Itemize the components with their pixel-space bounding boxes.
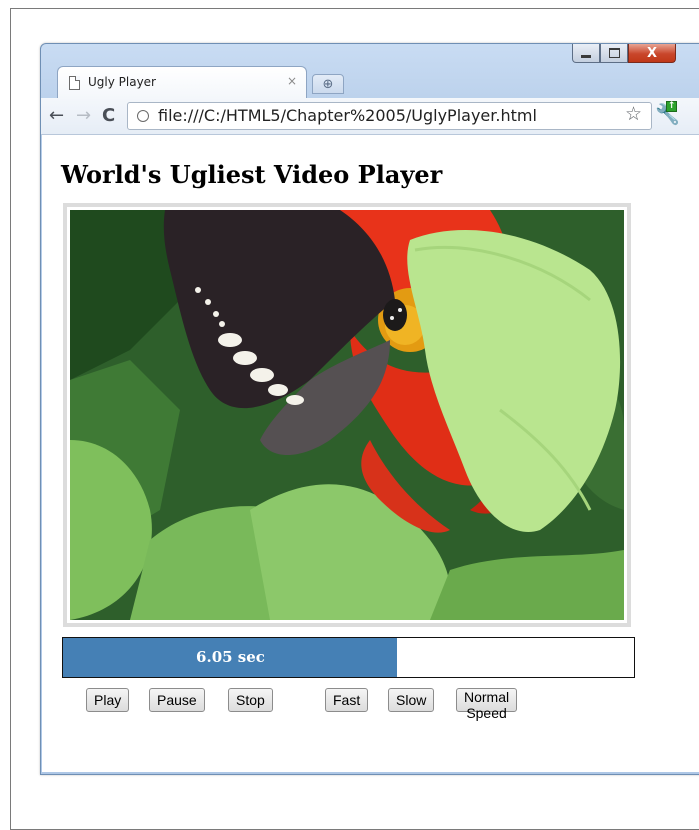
browser-toolbar: ← → C file:///C:/HTML5/Chapter%2005/Ugly…	[41, 98, 699, 135]
video-element[interactable]	[70, 210, 624, 620]
url-text: file:///C:/HTML5/Chapter%2005/UglyPlayer…	[158, 106, 537, 125]
video-frame-image	[70, 210, 624, 620]
minimize-button[interactable]	[572, 44, 600, 63]
page-icon	[69, 76, 80, 90]
update-badge-icon: ↑	[666, 101, 677, 112]
maximize-button[interactable]	[600, 44, 628, 63]
progress-bar[interactable]: 6.05 sec	[62, 637, 635, 678]
tab-close-button[interactable]: ×	[287, 74, 297, 88]
page-viewport: World's Ugliest Video Player 6.05 sec Pl…	[42, 135, 699, 772]
slow-button[interactable]: Slow	[388, 688, 435, 712]
address-bar[interactable]: file:///C:/HTML5/Chapter%2005/UglyPlayer…	[127, 102, 652, 130]
browser-window: X Ugly Player × ⊕ ← → C file:///C:/HTML5…	[40, 43, 699, 775]
progress-time-label: 6.05 sec	[196, 648, 265, 666]
normal-speed-button[interactable]: Normal Speed	[456, 688, 518, 721]
maximize-icon	[608, 48, 620, 58]
window-controls: X	[572, 44, 676, 64]
close-window-button[interactable]: X	[628, 44, 676, 63]
stop-button[interactable]: Stop	[228, 688, 273, 712]
new-tab-button[interactable]: ⊕	[312, 74, 344, 94]
reload-icon[interactable]: C	[102, 105, 115, 126]
play-button[interactable]: Play	[86, 688, 130, 712]
tab-title: Ugly Player	[88, 75, 156, 89]
star-icon[interactable]: ☆	[625, 103, 642, 125]
back-arrow-icon[interactable]: ←	[49, 105, 64, 126]
pause-button[interactable]: Pause	[149, 688, 205, 712]
forward-arrow-icon[interactable]: →	[76, 105, 91, 126]
video-frame	[63, 203, 631, 627]
page-info-icon[interactable]	[137, 110, 149, 122]
close-icon: X	[646, 45, 658, 61]
page-title: World's Ugliest Video Player	[61, 160, 443, 189]
tab-ugly-player[interactable]: Ugly Player ×	[57, 66, 307, 98]
minimize-icon	[581, 54, 591, 58]
fast-button[interactable]: Fast	[325, 688, 369, 712]
